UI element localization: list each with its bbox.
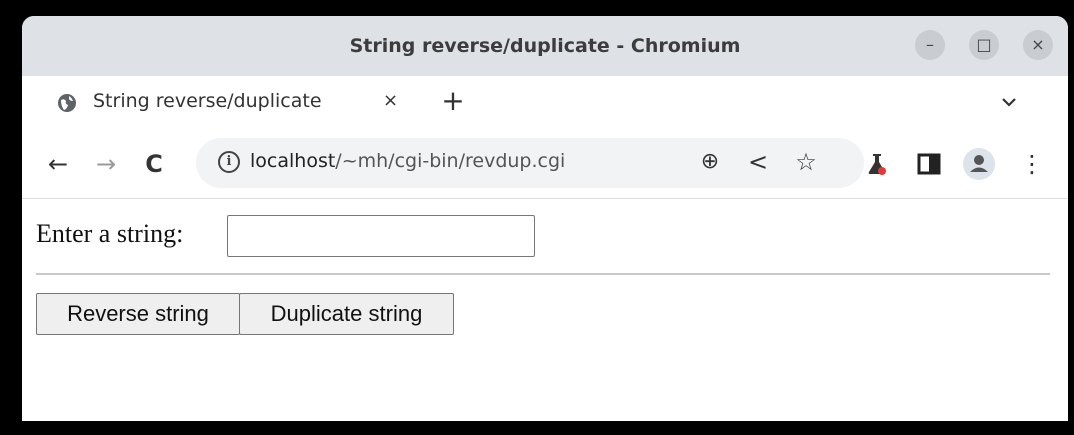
bookmark-star-icon[interactable]: ☆ bbox=[792, 148, 820, 176]
string-label: Enter a string: bbox=[36, 219, 184, 248]
tab-active[interactable]: String reverse/duplicate × bbox=[35, 76, 419, 130]
url-host: localhost bbox=[250, 150, 336, 172]
profile-avatar-icon[interactable] bbox=[962, 147, 996, 181]
address-bar[interactable]: i localhost/~mh/cgi-bin/revdup.cgi ⊕ < ☆ bbox=[196, 138, 864, 188]
title-bar: String reverse/duplicate - Chromium – □ … bbox=[22, 16, 1068, 76]
tab-close-button[interactable]: × bbox=[383, 90, 398, 111]
share-icon[interactable]: < bbox=[744, 148, 772, 176]
window-title: String reverse/duplicate - Chromium bbox=[349, 35, 741, 57]
string-input[interactable] bbox=[227, 215, 535, 257]
chrome-labs-icon[interactable] bbox=[864, 151, 890, 177]
reload-icon[interactable]: C bbox=[140, 150, 168, 178]
forward-icon[interactable]: → bbox=[92, 150, 120, 178]
browser-window: String reverse/duplicate - Chromium – □ … bbox=[22, 16, 1068, 421]
new-tab-button[interactable]: + bbox=[438, 86, 468, 116]
browser-toolbar: ← → C i localhost/~mh/cgi-bin/revdup.cgi… bbox=[22, 130, 1068, 199]
close-window-button[interactable]: × bbox=[1023, 30, 1053, 60]
url-text[interactable]: localhost/~mh/cgi-bin/revdup.cgi bbox=[250, 150, 565, 172]
zoom-icon[interactable]: ⊕ bbox=[696, 148, 724, 176]
maximize-button[interactable]: □ bbox=[969, 30, 999, 60]
tab-label: String reverse/duplicate bbox=[93, 90, 322, 112]
back-icon[interactable]: ← bbox=[44, 150, 72, 178]
duplicate-string-button[interactable]: Duplicate string bbox=[239, 293, 454, 335]
site-info-icon[interactable]: i bbox=[218, 151, 240, 173]
minimize-button[interactable]: – bbox=[915, 30, 945, 60]
menu-kebab-icon[interactable]: ⋮ bbox=[1018, 150, 1046, 178]
url-path: /~mh/cgi-bin/revdup.cgi bbox=[335, 150, 566, 172]
tab-search-chevron-icon[interactable] bbox=[997, 90, 1021, 114]
page-content: Enter a string: Reverse string Duplicate… bbox=[22, 199, 1068, 421]
side-panel-icon[interactable] bbox=[916, 151, 942, 177]
horizontal-rule bbox=[36, 273, 1050, 275]
globe-icon bbox=[58, 94, 76, 112]
reverse-string-button[interactable]: Reverse string bbox=[36, 293, 240, 335]
